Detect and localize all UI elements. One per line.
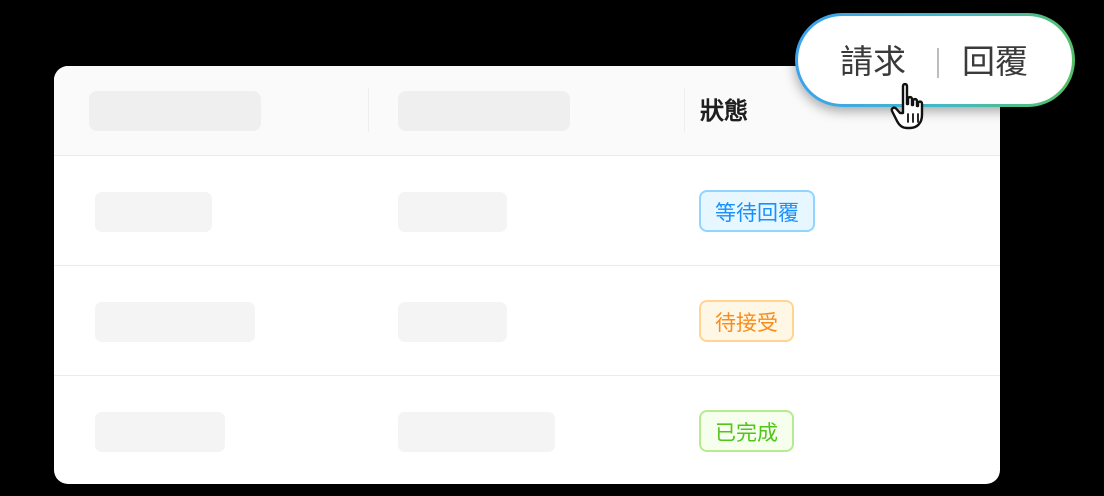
cell-placeholder: [398, 412, 555, 452]
cell-placeholder: [95, 302, 255, 342]
header-placeholder-col1: [89, 91, 261, 131]
header-placeholder-col2: [398, 91, 570, 131]
table-row[interactable]: 待接受: [54, 266, 1000, 376]
cell-placeholder: [398, 192, 507, 232]
requests-table: 狀態 等待回覆 待接受 已完成: [54, 66, 1000, 484]
cell-placeholder: [95, 412, 225, 452]
stage: 狀態 等待回覆 待接受 已完成 請求 回覆: [0, 0, 1104, 496]
toggle-separator: [937, 48, 939, 78]
status-badge: 等待回覆: [699, 190, 815, 232]
status-badge: 待接受: [699, 300, 794, 342]
toggle-requests-option[interactable]: 請求: [840, 42, 906, 82]
column-divider: [684, 88, 685, 132]
table-row[interactable]: 已完成: [54, 376, 1000, 484]
header-status-label: 狀態: [700, 97, 748, 125]
hand-pointer-icon: [890, 82, 924, 130]
status-badge: 已完成: [699, 410, 794, 452]
cell-placeholder: [95, 192, 212, 232]
table-row[interactable]: 等待回覆: [54, 156, 1000, 266]
cell-placeholder: [398, 302, 507, 342]
column-divider: [368, 88, 369, 132]
toggle-replies-option[interactable]: 回覆: [962, 42, 1028, 82]
